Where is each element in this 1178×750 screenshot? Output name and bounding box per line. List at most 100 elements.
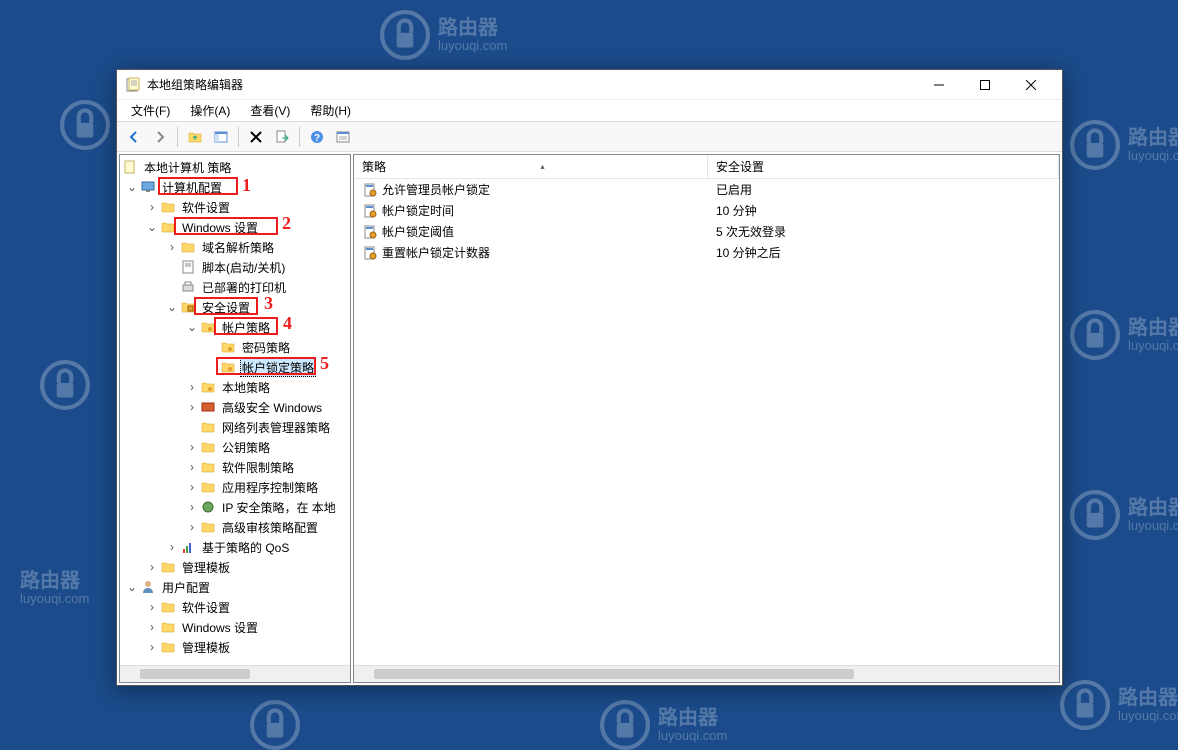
tree-label: 用户配置: [160, 579, 212, 596]
menu-help[interactable]: 帮助(H): [300, 100, 361, 121]
tree-label: 高级审核策略配置: [220, 519, 320, 536]
folder-icon: [160, 219, 176, 235]
firewall-icon: [200, 399, 216, 415]
tree-account-policy[interactable]: ⌄ 帐户策略: [120, 317, 350, 337]
tree-label: 帐户锁定策略: [240, 358, 316, 377]
collapse-icon[interactable]: ⌄: [124, 180, 140, 194]
menu-view[interactable]: 查看(V): [240, 100, 300, 121]
tree-uc-software[interactable]: › 软件设置: [120, 597, 350, 617]
expand-icon[interactable]: ›: [144, 600, 160, 614]
tree-label: Windows 设置: [180, 619, 260, 636]
tree-label: 管理模板: [180, 639, 232, 656]
tree-scripts[interactable]: 脚本(启动/关机): [120, 257, 350, 277]
list-hscrollbar[interactable]: [354, 665, 1059, 682]
content-area: 本地计算机 策略 ⌄ 计算机配置 1 › 软件设置 ⌄: [117, 152, 1062, 685]
cell-policy: 允许管理员帐户锁定: [382, 181, 490, 198]
window-title: 本地组策略编辑器: [147, 76, 916, 93]
annotation-number-4: 4: [283, 313, 292, 334]
list-row[interactable]: 重置帐户锁定计数器 10 分钟之后: [354, 242, 1059, 263]
tree-password-policy[interactable]: 密码策略: [120, 337, 350, 357]
collapse-icon[interactable]: ⌄: [144, 220, 160, 234]
policy-tree[interactable]: 本地计算机 策略 ⌄ 计算机配置 1 › 软件设置 ⌄: [120, 155, 350, 659]
tree-adv-windows[interactable]: › 高级安全 Windows: [120, 397, 350, 417]
expand-icon[interactable]: ›: [164, 240, 180, 254]
folder-icon: [160, 639, 176, 655]
list-row[interactable]: 帐户锁定阈值 5 次无效登录: [354, 221, 1059, 242]
expand-icon[interactable]: ›: [184, 380, 200, 394]
tree-label: 软件设置: [180, 599, 232, 616]
list-panel: 策略 ▴ 安全设置 允许管理员帐户锁定 已启用 帐户锁定时间 10 分钟 帐户锁…: [353, 154, 1060, 683]
tree-uc-admin[interactable]: › 管理模板: [120, 637, 350, 657]
export-button[interactable]: [270, 125, 294, 149]
tree-dns-policy[interactable]: › 域名解析策略: [120, 237, 350, 257]
folder-icon: [180, 239, 196, 255]
tree-app-control[interactable]: › 应用程序控制策略: [120, 477, 350, 497]
tree-label: 密码策略: [240, 339, 292, 356]
expand-icon[interactable]: ›: [164, 540, 180, 554]
delete-button[interactable]: [244, 125, 268, 149]
minimize-button[interactable]: [916, 70, 962, 100]
expand-icon[interactable]: ›: [184, 500, 200, 514]
policy-item-icon: [362, 245, 378, 261]
show-hide-tree-button[interactable]: [209, 125, 233, 149]
collapse-icon[interactable]: ⌄: [124, 580, 140, 594]
up-button[interactable]: [183, 125, 207, 149]
expand-icon[interactable]: ›: [144, 640, 160, 654]
tree-lockout-policy[interactable]: 帐户锁定策略: [120, 357, 350, 377]
tree-local-policy[interactable]: › 本地策略: [120, 377, 350, 397]
tree-computer-config[interactable]: ⌄ 计算机配置: [120, 177, 350, 197]
policy-item-icon: [362, 224, 378, 240]
collapse-icon[interactable]: ⌄: [184, 320, 200, 334]
forward-button[interactable]: [148, 125, 172, 149]
tree-admin-templates[interactable]: › 管理模板: [120, 557, 350, 577]
expand-icon[interactable]: ›: [144, 620, 160, 634]
tree-windows-settings[interactable]: ⌄ Windows 设置: [120, 217, 350, 237]
ipsec-icon: [200, 499, 216, 515]
titlebar: 本地组策略编辑器: [117, 70, 1062, 100]
tree-panel: 本地计算机 策略 ⌄ 计算机配置 1 › 软件设置 ⌄: [119, 154, 351, 683]
column-label: 安全设置: [716, 158, 764, 175]
close-button[interactable]: [1008, 70, 1054, 100]
maximize-button[interactable]: [962, 70, 1008, 100]
tree-root[interactable]: 本地计算机 策略: [120, 157, 350, 177]
tree-label: 脚本(启动/关机): [200, 259, 287, 276]
menu-file[interactable]: 文件(F): [121, 100, 180, 121]
tree-software-settings[interactable]: › 软件设置: [120, 197, 350, 217]
expand-icon[interactable]: ›: [184, 400, 200, 414]
tree-user-config[interactable]: ⌄ 用户配置: [120, 577, 350, 597]
expand-icon[interactable]: ›: [184, 440, 200, 454]
folder-icon: [200, 439, 216, 455]
properties-button[interactable]: [331, 125, 355, 149]
help-button[interactable]: ?: [305, 125, 329, 149]
printer-icon: [180, 279, 196, 295]
collapse-icon[interactable]: ⌄: [164, 300, 180, 314]
folder-icon: [160, 599, 176, 615]
tree-net-list[interactable]: 网络列表管理器策略: [120, 417, 350, 437]
expand-icon[interactable]: ›: [184, 520, 200, 534]
script-icon: [180, 259, 196, 275]
tree-uc-windows[interactable]: › Windows 设置: [120, 617, 350, 637]
cell-setting: 已启用: [716, 181, 752, 198]
tree-software-restrict[interactable]: › 软件限制策略: [120, 457, 350, 477]
user-icon: [140, 579, 156, 595]
tree-security-settings[interactable]: ⌄ 安全设置: [120, 297, 350, 317]
column-policy[interactable]: 策略 ▴: [354, 155, 708, 178]
tree-label: Windows 设置: [180, 219, 260, 236]
tree-public-key[interactable]: › 公钥策略: [120, 437, 350, 457]
expand-icon[interactable]: ›: [144, 560, 160, 574]
expand-icon[interactable]: ›: [144, 200, 160, 214]
column-security-setting[interactable]: 安全设置: [708, 155, 1059, 178]
tree-hscrollbar[interactable]: [120, 665, 350, 682]
back-button[interactable]: [122, 125, 146, 149]
expand-icon[interactable]: ›: [184, 480, 200, 494]
tree-printers[interactable]: 已部署的打印机: [120, 277, 350, 297]
list-row[interactable]: 帐户锁定时间 10 分钟: [354, 200, 1059, 221]
tree-ip-sec[interactable]: › IP 安全策略，在 本地: [120, 497, 350, 517]
menu-action[interactable]: 操作(A): [180, 100, 240, 121]
policy-item-icon: [362, 182, 378, 198]
tree-qos[interactable]: › 基于策略的 QoS: [120, 537, 350, 557]
tree-adv-audit[interactable]: › 高级审核策略配置: [120, 517, 350, 537]
expand-icon[interactable]: ›: [184, 460, 200, 474]
list-row[interactable]: 允许管理员帐户锁定 已启用: [354, 179, 1059, 200]
list-body: 允许管理员帐户锁定 已启用 帐户锁定时间 10 分钟 帐户锁定阈值 5 次无效登…: [354, 179, 1059, 665]
